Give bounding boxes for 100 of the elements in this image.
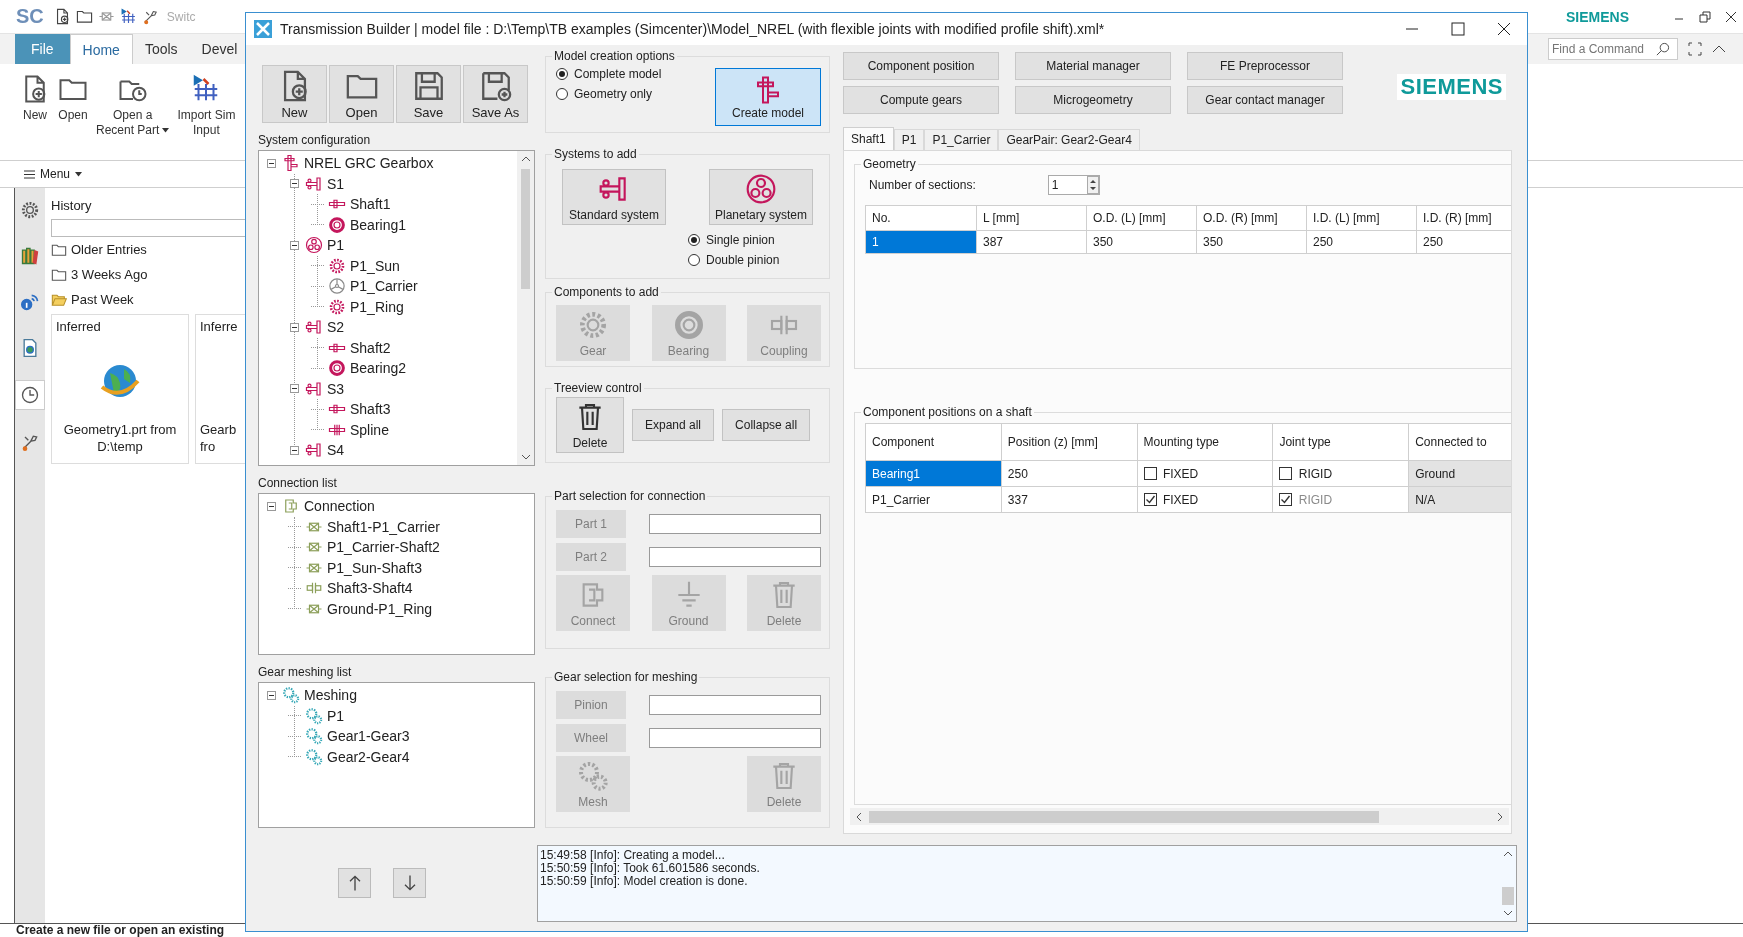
checkbox[interactable]: [1143, 493, 1157, 507]
caret-down-icon[interactable]: [1502, 909, 1513, 917]
tree-item[interactable]: Connection: [304, 498, 375, 515]
spinner-arrows-icon[interactable]: [1086, 176, 1099, 194]
collapse-toggle-icon[interactable]: [267, 158, 276, 168]
tool-button[interactable]: Standard system: [562, 169, 666, 225]
table-cell[interactable]: 387: [976, 230, 1087, 254]
ribbon-button[interactable]: Open: [58, 74, 88, 123]
scrollbar[interactable]: [517, 151, 534, 465]
search-icon[interactable]: [1655, 41, 1670, 57]
tool-button[interactable]: Compute gears: [843, 86, 999, 114]
side-tab[interactable]: [15, 380, 45, 410]
column-header[interactable]: O.D. (R) [mm]: [1196, 205, 1307, 231]
input-field[interactable]: [649, 728, 821, 748]
tree-item[interactable]: P1: [327, 707, 345, 724]
tree-item[interactable]: Ground-P1_Ring: [327, 600, 433, 617]
collapse-toggle-icon[interactable]: [290, 179, 299, 189]
tree-item[interactable]: P1_Carrier-Shaft2: [327, 539, 440, 556]
input-field[interactable]: [649, 695, 821, 715]
toolbar-button[interactable]: Open: [329, 65, 394, 123]
tree-item[interactable]: Meshing: [304, 687, 357, 704]
table-cell[interactable]: Bearing1: [865, 460, 1002, 487]
folder-item[interactable]: 3 Weeks Ago: [71, 267, 148, 282]
scrollbar-thumb[interactable]: [869, 810, 1379, 823]
radio-button[interactable]: [556, 88, 568, 100]
checkbox-label[interactable]: RIGID: [1298, 466, 1333, 481]
column-header[interactable]: Joint type: [1272, 423, 1409, 461]
ribbon-tab[interactable]: Devel: [189, 34, 238, 64]
ribbon-tab[interactable]: Tools: [132, 34, 190, 64]
toolbar-button[interactable]: New: [262, 65, 327, 123]
tree-item[interactable]: S1: [327, 175, 345, 192]
column-header[interactable]: Component: [865, 423, 1002, 461]
radio-label[interactable]: Geometry only: [574, 87, 653, 101]
tree-item[interactable]: S2: [327, 319, 345, 336]
tool-button[interactable]: Delete: [556, 397, 624, 453]
tree-item[interactable]: Spline: [350, 421, 389, 438]
caret-right-icon[interactable]: [1496, 811, 1504, 822]
column-header[interactable]: I.D. (L) [mm]: [1306, 205, 1417, 231]
tab[interactable]: P1_Carrier: [924, 129, 999, 150]
table-cell[interactable]: N/A: [1408, 486, 1511, 513]
tree-item[interactable]: Bearing1: [350, 216, 407, 233]
collapse-toggle-icon[interactable]: [290, 240, 299, 250]
maximize-icon[interactable]: [1451, 22, 1465, 36]
table-cell[interactable]: 337: [1001, 486, 1138, 513]
collapse-toggle-icon[interactable]: [290, 384, 299, 394]
move-down-button[interactable]: [393, 868, 426, 898]
tree-item[interactable]: Shaft1-P1_Carrier: [327, 518, 440, 535]
folder-item[interactable]: Past Week: [71, 292, 134, 307]
checkbox[interactable]: [1279, 467, 1293, 481]
tab[interactable]: P1: [893, 129, 925, 150]
scrollbar-thumb[interactable]: [521, 169, 530, 289]
collapse-toggle-icon[interactable]: [267, 501, 276, 511]
table-cell[interactable]: 250: [1001, 460, 1138, 487]
tree-item[interactable]: Gear2-Gear4: [327, 748, 410, 765]
tree-item[interactable]: P1_Sun: [350, 257, 400, 274]
table-cell[interactable]: 1: [865, 230, 977, 254]
create-model-button[interactable]: Create model: [715, 68, 821, 126]
search-field[interactable]: [51, 219, 245, 237]
scrollbar-thumb[interactable]: [1501, 887, 1514, 905]
radio-button[interactable]: [688, 234, 700, 246]
table-cell[interactable]: 250: [1306, 230, 1417, 254]
input-field[interactable]: [649, 514, 821, 534]
tab[interactable]: Shaft1: [843, 127, 894, 150]
table-cell[interactable]: Ground: [1408, 460, 1511, 487]
caret-left-icon[interactable]: [855, 811, 863, 822]
column-header[interactable]: Mounting type: [1137, 423, 1273, 461]
checkbox[interactable]: [1143, 467, 1157, 481]
table-cell[interactable]: P1_Carrier: [865, 486, 1002, 513]
caret-down-icon[interactable]: [520, 453, 531, 461]
toolbar-button[interactable]: Save: [396, 65, 461, 123]
search-box[interactable]: Find a Command: [1548, 38, 1678, 60]
close-icon[interactable]: [1497, 22, 1511, 36]
ribbon-button[interactable]: New: [20, 74, 50, 123]
table-cell[interactable]: 350: [1086, 230, 1197, 254]
tab[interactable]: GearPair: Gear2-Gear4: [998, 129, 1140, 150]
collapse-toggle-icon[interactable]: [290, 445, 299, 455]
folder-item[interactable]: Older Entries: [71, 242, 147, 257]
radio-button[interactable]: [556, 68, 568, 80]
tool-button[interactable]: Microgeometry: [1015, 86, 1171, 114]
radio-label[interactable]: Single pinion: [706, 233, 775, 247]
tree-item[interactable]: Shaft2: [350, 339, 391, 356]
tree-item[interactable]: Shaft3: [350, 401, 391, 418]
scrollbar[interactable]: [850, 808, 1509, 825]
column-header[interactable]: L [mm]: [976, 205, 1087, 231]
checkbox-label[interactable]: FIXED: [1162, 466, 1199, 481]
tree-item[interactable]: S3: [327, 380, 345, 397]
tree-item[interactable]: P1_Ring: [350, 298, 404, 315]
tree-item[interactable]: Shaft1: [350, 196, 391, 213]
fullscreen-icon[interactable]: [1688, 42, 1702, 56]
tree-item[interactable]: S4: [327, 442, 345, 459]
close-icon[interactable]: [1725, 10, 1737, 23]
tool-button[interactable]: Collapse all: [722, 409, 811, 441]
tool-button[interactable]: Component position: [843, 52, 999, 80]
table-cell[interactable]: 350: [1196, 230, 1307, 254]
ribbon-button[interactable]: Open a Recent Part: [96, 74, 170, 138]
number-spinner[interactable]: 1: [1047, 175, 1100, 195]
collapse-toggle-icon[interactable]: [267, 690, 276, 700]
column-header[interactable]: Position (z) [mm]: [1001, 423, 1138, 461]
move-up-button[interactable]: [338, 868, 371, 898]
collapse-toggle-icon[interactable]: [290, 322, 299, 332]
